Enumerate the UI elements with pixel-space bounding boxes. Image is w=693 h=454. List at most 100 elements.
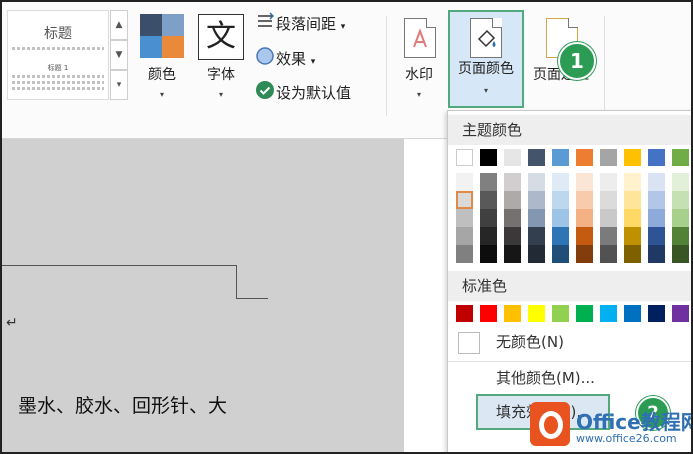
no-color-item[interactable]: 无颜色(N) — [448, 327, 691, 357]
fonts-button[interactable]: 字体 ▾ — [194, 10, 248, 110]
theme-color-shade-swatch[interactable] — [576, 191, 593, 209]
standard-color-swatch[interactable] — [576, 305, 593, 322]
theme-color-shade-swatch[interactable] — [504, 227, 521, 245]
theme-color-shade-swatch[interactable] — [672, 209, 689, 227]
effects-button[interactable]: 效果 ▾ — [254, 46, 315, 70]
theme-color-shade-swatch[interactable] — [648, 173, 665, 191]
theme-color-shade-swatch[interactable] — [504, 245, 521, 263]
theme-color-swatch[interactable] — [672, 149, 689, 166]
theme-color-shade-swatch[interactable] — [600, 173, 617, 191]
set-as-default-button[interactable]: 设为默认值 — [254, 80, 351, 104]
screenshot-frame: 标题 标题 1 ▲ ▼ ▾ 颜色 ▾ 文 字体 ▾ 段落间距 ▾ 效果 ▾ 设为… — [0, 0, 693, 454]
watermark-button[interactable]: 水印 ▾ — [396, 10, 442, 110]
theme-color-shade-swatch[interactable] — [528, 245, 545, 263]
paragraph-spacing-icon — [254, 12, 276, 37]
theme-color-shade-swatch[interactable] — [480, 191, 497, 209]
more-colors-item[interactable]: 其他颜色(M)... — [448, 363, 691, 393]
theme-color-shade-swatch[interactable] — [600, 227, 617, 245]
paragraph-mark: ↵ — [6, 315, 18, 331]
theme-color-shade-swatch[interactable] — [600, 245, 617, 263]
theme-color-swatch[interactable] — [504, 149, 521, 166]
site-name: Office教程网 — [576, 410, 693, 434]
theme-color-swatch[interactable] — [624, 149, 641, 166]
theme-color-shade-swatch[interactable] — [480, 245, 497, 263]
set-as-default-label: 设为默认值 — [276, 84, 352, 102]
theme-color-shade-swatch[interactable] — [648, 245, 665, 263]
menu-separator — [448, 361, 691, 362]
theme-color-shade-swatch[interactable] — [672, 227, 689, 245]
theme-color-shade-swatch[interactable] — [624, 227, 641, 245]
theme-color-shade-swatch[interactable] — [648, 209, 665, 227]
theme-color-shade-swatch[interactable] — [480, 227, 497, 245]
table-border-line — [236, 265, 237, 299]
theme-color-shade-swatch[interactable] — [576, 209, 593, 227]
chevron-down-icon: ▾ — [218, 90, 223, 99]
theme-color-shade-swatch[interactable] — [672, 245, 689, 263]
theme-color-shade-swatch[interactable] — [624, 209, 641, 227]
standard-color-swatch[interactable] — [672, 305, 689, 322]
gallery-more-button[interactable]: ▾ — [110, 70, 128, 100]
theme-color-shade-swatch[interactable] — [600, 191, 617, 209]
standard-color-swatch[interactable] — [624, 305, 641, 322]
theme-color-shade-swatch[interactable] — [552, 227, 569, 245]
table-border-line — [236, 298, 268, 299]
theme-color-swatch[interactable] — [528, 149, 545, 166]
theme-color-shade-swatch[interactable] — [456, 209, 473, 227]
theme-color-shade-swatch[interactable] — [552, 209, 569, 227]
theme-color-swatch[interactable] — [552, 149, 569, 166]
page-color-button[interactable]: 页面颜色 ▾ — [448, 10, 524, 108]
theme-color-shade-swatch[interactable] — [504, 173, 521, 191]
gallery-text-line — [12, 75, 104, 78]
gallery-scroll-up-button[interactable]: ▲ — [110, 10, 128, 40]
theme-color-shade-swatch[interactable] — [456, 173, 473, 191]
theme-color-shade-swatch[interactable] — [648, 227, 665, 245]
chevron-down-icon: ▾ — [340, 22, 346, 32]
check-circle-icon — [254, 80, 276, 107]
gallery-scroll-down-button[interactable]: ▼ — [110, 40, 128, 70]
theme-color-shade-swatch[interactable] — [504, 191, 521, 209]
theme-color-shade-swatch[interactable] — [624, 191, 641, 209]
theme-color-shade-swatch[interactable] — [480, 173, 497, 191]
theme-color-swatch[interactable] — [600, 149, 617, 166]
theme-color-shade-swatch[interactable] — [504, 209, 521, 227]
gallery-text-line — [12, 81, 104, 84]
theme-color-shade-swatch[interactable] — [552, 245, 569, 263]
theme-color-swatch[interactable] — [480, 149, 497, 166]
step-1-badge: 1 — [558, 42, 596, 80]
standard-color-swatch[interactable] — [456, 305, 473, 322]
theme-color-shade-swatch[interactable] — [576, 245, 593, 263]
standard-color-swatch[interactable] — [552, 305, 569, 322]
theme-color-shade-swatch[interactable] — [648, 191, 665, 209]
theme-color-shade-swatch[interactable] — [456, 227, 473, 245]
theme-color-shade-swatch[interactable] — [456, 245, 473, 263]
theme-color-shade-swatch[interactable] — [528, 209, 545, 227]
theme-color-shade-swatch[interactable] — [528, 227, 545, 245]
theme-color-shade-swatch[interactable] — [576, 173, 593, 191]
theme-color-swatch[interactable] — [576, 149, 593, 166]
theme-color-shade-swatch[interactable] — [552, 173, 569, 191]
theme-color-swatch[interactable] — [456, 149, 473, 166]
theme-color-shade-swatch[interactable] — [528, 173, 545, 191]
document-page[interactable]: ↵ 墨水、胶水、回形针、大 — [2, 139, 404, 452]
gallery-divider — [12, 47, 104, 50]
standard-color-swatch[interactable] — [504, 305, 521, 322]
standard-color-swatch[interactable] — [528, 305, 545, 322]
standard-color-swatch[interactable] — [480, 305, 497, 322]
standard-color-swatch[interactable] — [648, 305, 665, 322]
theme-color-shade-swatch[interactable] — [456, 191, 473, 209]
style-gallery[interactable]: 标题 标题 1 — [7, 10, 109, 100]
theme-color-shade-swatch[interactable] — [552, 191, 569, 209]
theme-color-shade-swatch[interactable] — [672, 191, 689, 209]
theme-color-swatch[interactable] — [648, 149, 665, 166]
theme-color-shade-swatch[interactable] — [576, 227, 593, 245]
theme-color-shade-swatch[interactable] — [624, 245, 641, 263]
theme-color-shade-swatch[interactable] — [672, 173, 689, 191]
standard-color-swatch[interactable] — [600, 305, 617, 322]
paragraph-spacing-button[interactable]: 段落间距 ▾ — [254, 12, 345, 36]
theme-color-shade-swatch[interactable] — [480, 209, 497, 227]
theme-color-shade-swatch[interactable] — [528, 191, 545, 209]
theme-color-shade-swatch[interactable] — [624, 173, 641, 191]
gallery-text-line — [12, 87, 104, 90]
site-watermark-logo: Office教程网 www.office26.com — [530, 402, 693, 448]
theme-color-shade-swatch[interactable] — [600, 209, 617, 227]
